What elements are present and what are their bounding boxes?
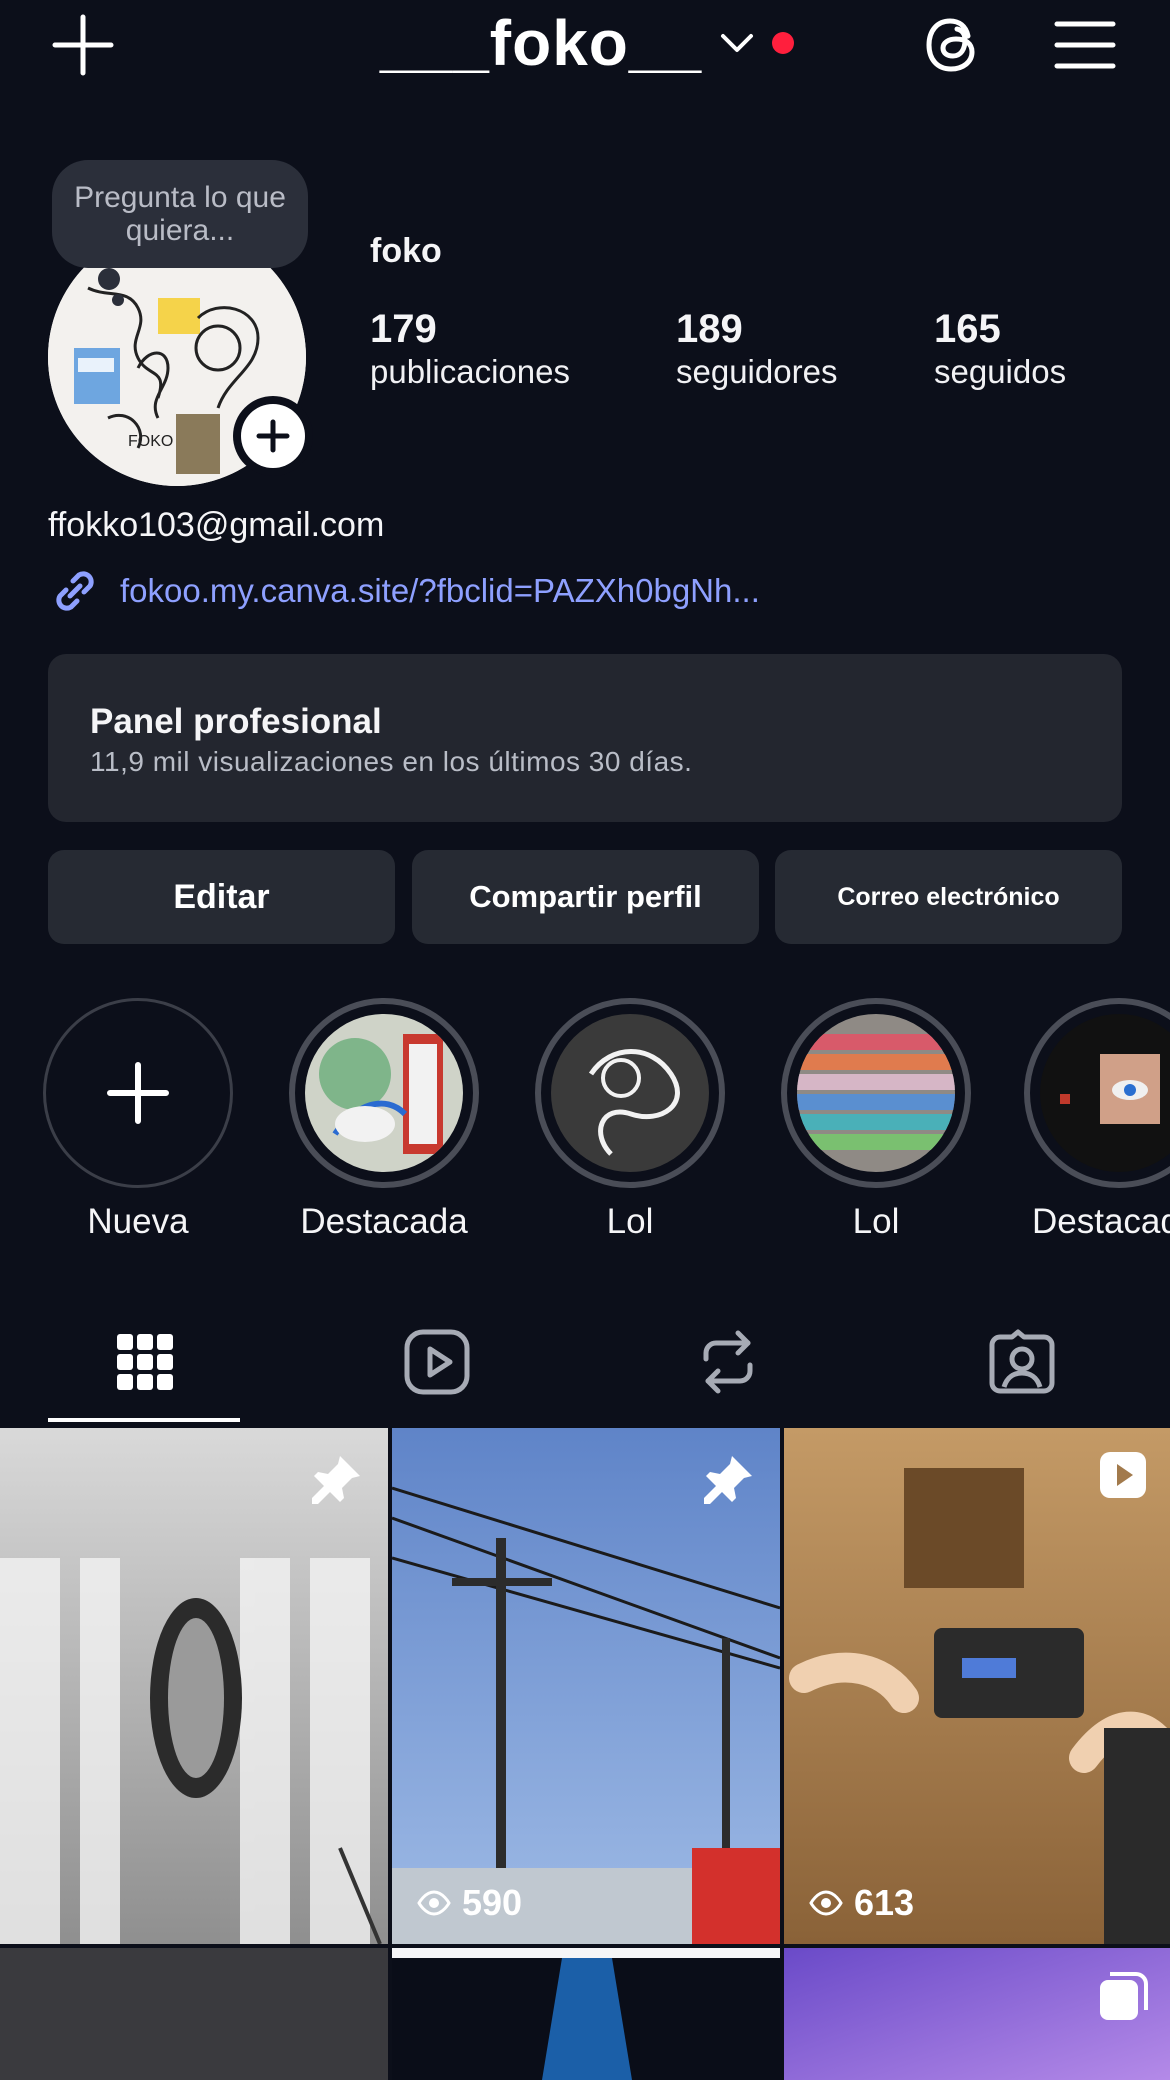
bio-link-text: fokoo.my.canva.site/?fbclid=PAZXh0bgNh..… [120,572,760,609]
highlight-ring [1024,998,1170,1188]
highlight-label: Nueva [87,1202,189,1241]
pin-icon [702,1450,758,1506]
edit-profile-button[interactable]: Editar [48,850,395,944]
highlight-item[interactable]: Lol [778,998,974,1242]
panel-title: Panel profesional [90,702,382,741]
highlight-cover [1040,1014,1170,1172]
reel-icon [1098,1450,1148,1500]
highlight-cover [305,1014,463,1172]
eye-icon [416,1888,452,1918]
stat-followers[interactable]: 189 seguidores [676,306,837,392]
active-tab-indicator [48,1418,240,1422]
grid-post[interactable]: 613 [784,1428,1170,1944]
grid-post[interactable]: 590 [392,1428,780,1944]
grid-icon [117,1334,173,1390]
stat-following[interactable]: 165 seguidos [934,306,1066,392]
note-bubble-tail-small [112,294,124,306]
plus-icon [107,1062,169,1124]
threads-icon[interactable] [918,10,988,80]
highlight-label: Destacada [1032,1202,1170,1241]
grid-post[interactable] [0,1948,388,2080]
highlight-item[interactable]: Destacada [1024,998,1170,1242]
new-highlight-circle [43,998,233,1188]
panel-subtitle: 11,9 mil visualizaciones en los últimos … [90,746,693,777]
note-bubble-tail [98,268,120,290]
view-count-value: 590 [462,1882,523,1923]
grid-post[interactable] [784,1948,1170,2080]
plus-icon [241,404,305,468]
display-name: foko [370,232,442,270]
highlight-item[interactable]: Destacada [286,998,482,1242]
note-bubble[interactable]: Pregunta lo que quiera... [52,160,308,268]
highlight-label: Lol [606,1202,654,1241]
tab-tagged[interactable] [962,1322,1082,1402]
tab-reels[interactable] [377,1322,497,1402]
reposts-icon [698,1329,758,1395]
note-placeholder: Pregunta lo que quiera... [74,181,286,247]
plus-icon[interactable] [48,10,118,80]
highlight-cover [551,1014,709,1172]
reels-icon [403,1328,471,1396]
highlight-cover [797,1014,955,1172]
professional-dashboard-card[interactable]: Panel profesional 11,9 mil visualizacion… [48,654,1122,822]
share-profile-button[interactable]: Compartir perfil [412,850,759,944]
grid-post[interactable] [392,1948,780,2080]
highlight-label: Destacada [300,1202,468,1241]
stat-label: seguidores [676,353,838,390]
email-contact-button[interactable]: Correo electrónico [775,850,1122,944]
avatar-logo-text: FOKO [128,433,173,450]
username: ___foko__ [380,7,703,79]
view-count-value: 613 [854,1882,915,1923]
chevron-down-icon [720,32,754,54]
notification-dot [772,32,795,54]
grid-post[interactable] [0,1428,388,1944]
stat-posts[interactable]: 179 publicaciones [370,306,570,392]
pin-icon [310,1450,366,1506]
view-count: 590 [416,1882,522,1924]
view-count: 613 [808,1882,914,1924]
add-story-button[interactable] [233,396,313,476]
stat-value: 165 [934,307,1001,351]
carousel-icon [1098,1970,1148,2022]
highlight-ring [535,998,725,1188]
link-icon [48,564,102,618]
account-switcher[interactable]: ___foko__ [380,0,795,86]
stat-label: publicaciones [370,353,570,390]
bio-email: ffokko103@gmail.com [48,506,385,544]
stat-label: seguidos [934,353,1067,390]
hamburger-menu-icon[interactable] [1050,10,1120,80]
highlight-item[interactable]: Lol [532,998,728,1242]
highlight-ring [781,998,971,1188]
stat-value: 189 [676,307,743,351]
highlight-new[interactable]: Nueva [40,998,236,1242]
tab-grid[interactable] [85,1322,205,1402]
tab-reposts[interactable] [668,1322,788,1402]
bio-link[interactable]: fokoo.my.canva.site/?fbclid=PAZXh0bgNh..… [48,564,760,618]
tagged-icon [988,1329,1056,1395]
stat-value: 179 [370,307,437,351]
eye-icon [808,1888,844,1918]
highlight-label: Lol [852,1202,900,1241]
highlight-ring [289,998,479,1188]
